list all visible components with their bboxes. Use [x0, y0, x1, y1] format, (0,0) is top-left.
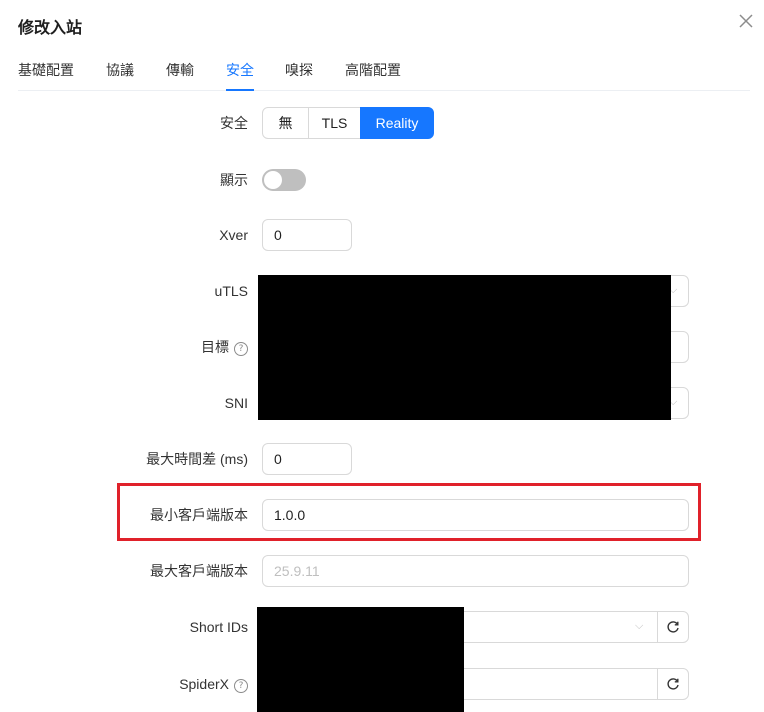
modal-title: 修改入站 [18, 20, 83, 37]
active-tab-indicator [226, 89, 254, 91]
max-time-diff-input[interactable]: 0 [262, 443, 352, 475]
show-toggle[interactable] [262, 169, 306, 191]
short-ids-refresh-button[interactable] [657, 611, 689, 643]
short-ids-label: Short IDs [189, 619, 248, 635]
min-client-version-label: 最小客戶端版本 [150, 507, 248, 523]
spiderx-label: SpiderX? [179, 674, 248, 694]
tab-bar: 基礎配置 協議 傳輸 安全 嗅探 高階配置 [18, 56, 750, 91]
utls-label: uTLS [214, 283, 248, 299]
min-client-version-input[interactable]: 1.0.0 [262, 499, 689, 531]
question-circle-icon: ? [234, 342, 248, 356]
question-circle-icon: ? [234, 679, 248, 693]
close-icon[interactable] [737, 12, 755, 30]
tab-basic-config[interactable]: 基礎配置 [18, 60, 74, 80]
xver-input[interactable]: 0 [262, 219, 352, 251]
tab-advanced-config[interactable]: 高階配置 [345, 60, 401, 80]
redaction-block [258, 275, 671, 420]
chevron-down-icon: ⌵ [635, 620, 644, 632]
security-option-tls[interactable]: TLS [308, 107, 361, 139]
tab-transport[interactable]: 傳輸 [166, 60, 194, 80]
toggle-knob [264, 171, 282, 189]
max-client-version-input[interactable]: 25.9.11 [262, 555, 689, 587]
xver-label: Xver [219, 227, 248, 243]
security-segmented-control: 無 TLS Reality [262, 107, 434, 139]
tab-security[interactable]: 安全 [226, 60, 254, 80]
max-client-version-label: 最大客戶端版本 [150, 563, 248, 579]
tab-protocol[interactable]: 協議 [106, 60, 134, 80]
spiderx-refresh-button[interactable] [657, 668, 689, 700]
tab-sniffing[interactable]: 嗅探 [285, 60, 313, 80]
target-label: 目標? [201, 337, 248, 357]
security-option-reality[interactable]: Reality [360, 107, 434, 139]
redaction-block [257, 607, 464, 712]
sni-label: SNI [224, 395, 248, 411]
max-time-diff-label: 最大時間差 (ms) [146, 451, 248, 467]
reload-icon [667, 621, 679, 633]
reload-icon [667, 678, 679, 690]
security-label: 安全 [220, 115, 248, 131]
show-label: 顯示 [220, 172, 248, 188]
security-option-none[interactable]: 無 [262, 107, 309, 139]
